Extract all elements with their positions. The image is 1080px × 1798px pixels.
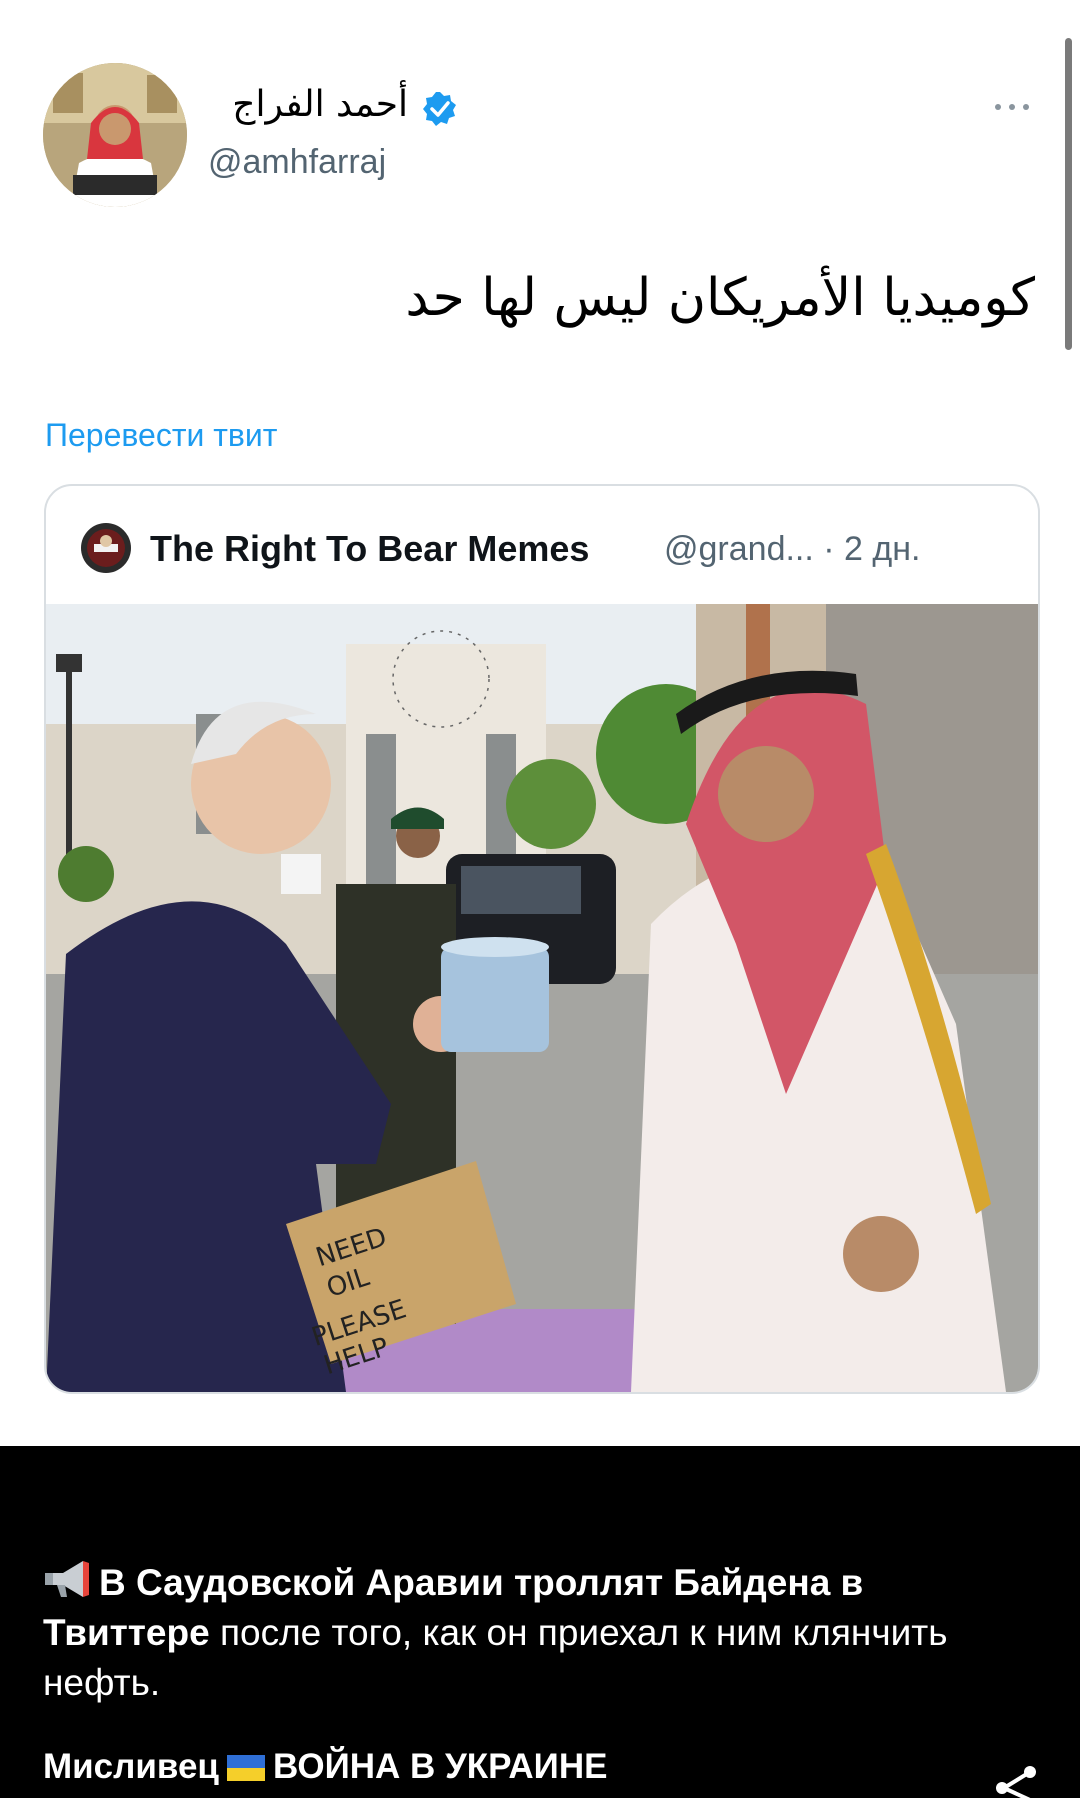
scrollbar[interactable] (1065, 38, 1072, 350)
meme-image[interactable]: NEED OIL PLEASE HELP (46, 604, 1038, 1392)
author-handle[interactable]: @amhfarraj (208, 143, 386, 182)
tweet-text: كوميديا الأمريكان ليس لها حد (405, 268, 1035, 328)
quoted-author-avatar[interactable] (80, 522, 132, 574)
channel-name-part1[interactable]: Мисливец (43, 1747, 219, 1786)
translate-tweet-link[interactable]: Перевести твит (45, 417, 277, 454)
channel-signature[interactable]: Мисливец ВОЙНА В УКРАИНЕ (43, 1747, 607, 1787)
share-icon[interactable] (990, 1762, 1038, 1798)
tweet-card: أحمد الفراج @amhfarraj كوميديا الأمريكان… (0, 0, 1080, 1446)
author-avatar-image (43, 63, 187, 207)
verified-badge-icon (423, 92, 456, 126)
quoted-tweet[interactable]: The Right To Bear Memes @grand... · 2 дн… (44, 484, 1040, 1394)
post-caption: В Саудовской Аравии троллят Байдена в Тв… (43, 1557, 993, 1708)
ukraine-flag-icon (226, 1755, 265, 1781)
channel-name-part2[interactable]: ВОЙНА В УКРАИНЕ (273, 1747, 608, 1786)
author-avatar[interactable] (43, 63, 187, 207)
author-name[interactable]: أحمد الفراج (208, 84, 408, 125)
quoted-handle-time: @grand... · 2 дн. (664, 530, 921, 568)
more-options-icon[interactable] (988, 92, 1038, 122)
quoted-author-name[interactable]: The Right To Bear Memes (150, 528, 589, 570)
megaphone-icon (45, 1561, 89, 1597)
